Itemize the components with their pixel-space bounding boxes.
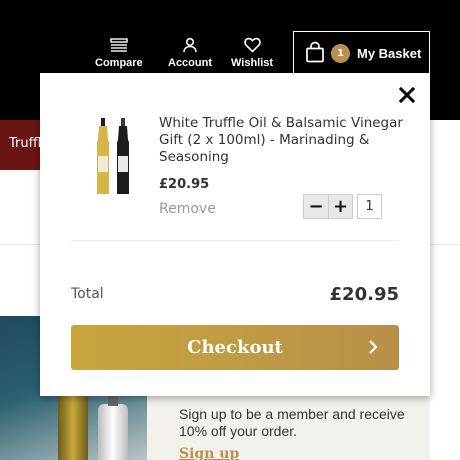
increase-quantity-button[interactable]: +: [328, 194, 353, 219]
product-name[interactable]: White Truffle Oil & Balsamic Vinegar Gif…: [159, 115, 409, 166]
account-button[interactable]: Account: [168, 36, 212, 69]
wishlist-label: Wishlist: [231, 57, 274, 69]
basket-dropdown: White Truffle Oil & Balsamic Vinegar Gif…: [40, 73, 430, 396]
close-button[interactable]: [398, 86, 416, 104]
my-basket-button[interactable]: 1 My Basket: [293, 31, 430, 75]
account-icon: [180, 36, 200, 54]
remove-link[interactable]: Remove: [159, 201, 216, 217]
basket-count-badge: 1: [331, 44, 350, 63]
oil-bottle-image: [58, 378, 88, 460]
compare-button[interactable]: Compare: [95, 36, 143, 69]
quantity-input[interactable]: 1: [357, 194, 382, 219]
basket-divider: [71, 240, 399, 241]
chevron-right-icon: [369, 340, 378, 354]
white-bottle-image: [98, 390, 128, 460]
account-label: Account: [168, 57, 212, 69]
total-label: Total: [71, 286, 104, 302]
bag-icon: [305, 41, 325, 67]
total-value: £20.95: [329, 284, 399, 305]
nav-fragment[interactable]: Truffle: [0, 120, 41, 170]
checkout-label: Checkout: [187, 337, 283, 358]
promo-text: Sign up to be a member and receive 10% o…: [179, 406, 405, 439]
decrease-quantity-button[interactable]: −: [303, 194, 328, 219]
signup-link[interactable]: Sign up: [179, 446, 239, 460]
product-thumbnail[interactable]: [95, 118, 135, 195]
product-price: £20.95: [159, 177, 210, 192]
compare-icon: [109, 36, 129, 54]
quantity-stepper: − + 1: [303, 194, 382, 219]
compare-label: Compare: [95, 57, 143, 69]
heart-icon: [242, 36, 262, 54]
close-icon: [399, 87, 415, 103]
checkout-button[interactable]: Checkout: [71, 325, 399, 370]
my-basket-label: My Basket: [357, 46, 422, 61]
wishlist-button[interactable]: Wishlist: [231, 36, 273, 69]
